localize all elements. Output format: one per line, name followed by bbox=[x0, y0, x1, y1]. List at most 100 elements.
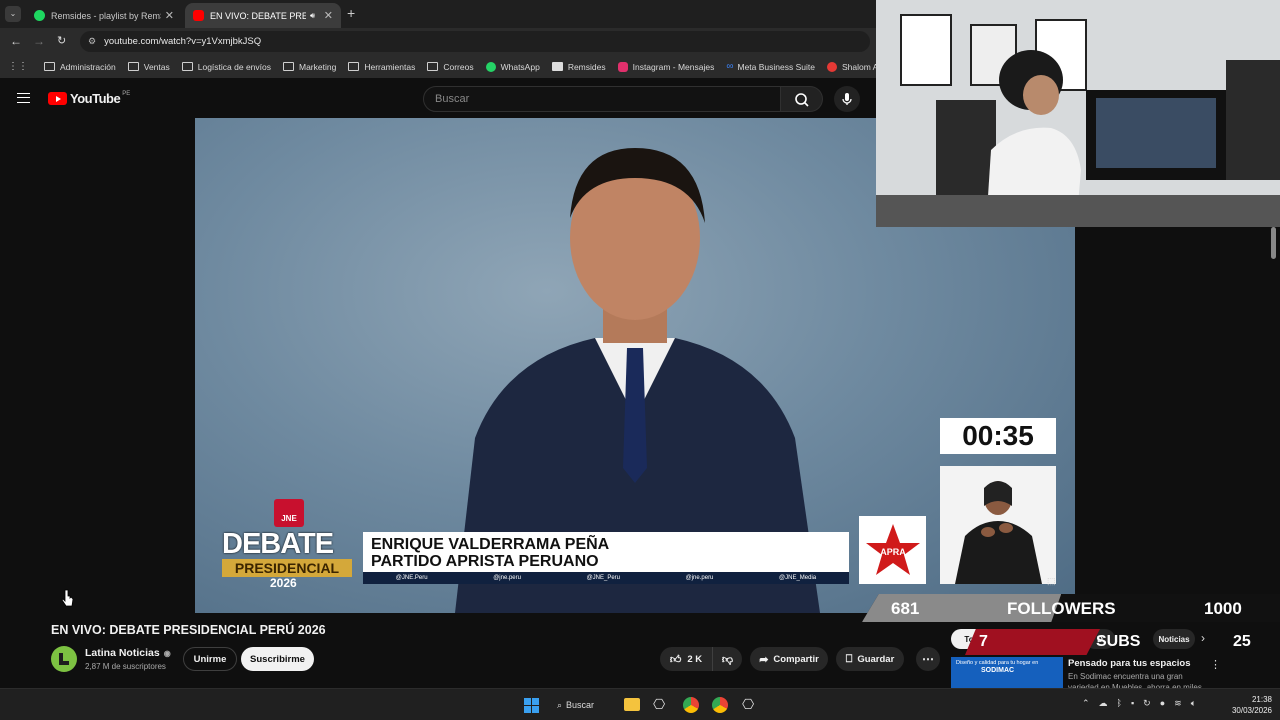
windows-start-icon[interactable] bbox=[524, 698, 539, 713]
thumbs-up-icon: 👍︎ bbox=[669, 653, 682, 666]
player-logo-watermark-icon: ⬚ bbox=[1047, 576, 1056, 586]
subs-label: SUBS bbox=[1096, 633, 1141, 650]
bookmark-herramientas[interactable]: Herramientas bbox=[348, 62, 415, 72]
subscriber-count: 2,87 M de suscriptores bbox=[85, 662, 166, 671]
debate-logo-line2: PRESIDENCIAL bbox=[222, 559, 352, 577]
candidate-name: ENRIQUE VALDERRAMA PEÑA bbox=[371, 536, 610, 553]
taskbar-search-label: Buscar bbox=[566, 700, 595, 710]
apps-icon[interactable]: ⋮⋮ bbox=[8, 61, 28, 72]
back-icon[interactable]: ← bbox=[10, 34, 22, 48]
bookmark-marketing[interactable]: Marketing bbox=[283, 62, 336, 72]
more-actions-button[interactable]: ⋯ bbox=[916, 647, 940, 671]
close-tab-icon[interactable]: ✕ bbox=[165, 9, 174, 22]
tab-remsides[interactable]: Remsides - playlist by RemSide ✕ bbox=[26, 3, 182, 28]
search-input[interactable]: Buscar bbox=[423, 86, 781, 112]
reload-icon[interactable]: ↻ bbox=[57, 34, 66, 47]
url-field[interactable]: ⚙ youtube.com/watch?v=y1VxmjbkJSQ bbox=[80, 31, 870, 52]
share-button[interactable]: ➦ Compartir bbox=[750, 647, 828, 671]
save-label: Guardar bbox=[857, 653, 895, 665]
ad-description: En Sodimac encuentra una gran variedad e… bbox=[1068, 672, 1202, 688]
jne-logo: JNE bbox=[274, 499, 304, 527]
bookmark-label: Meta Business Suite bbox=[737, 61, 815, 72]
interpreter-figure bbox=[955, 481, 1042, 584]
bookmark-icon: ⎕ bbox=[845, 652, 853, 665]
sync-icon[interactable]: ↻ bbox=[1143, 698, 1151, 709]
close-tab-icon[interactable]: ✕ bbox=[324, 9, 333, 22]
chrome-icon[interactable] bbox=[683, 697, 699, 713]
tab-debate[interactable]: EN VIVO: DEBATE PRESIDEN 🔊︎ ✕ bbox=[185, 3, 341, 28]
bookmark-label: Administración bbox=[60, 61, 116, 72]
clock[interactable]: 21:38 30/03/2026 bbox=[1222, 694, 1272, 716]
spotify-icon bbox=[34, 10, 45, 21]
save-button[interactable]: ⎕ Guardar bbox=[836, 647, 904, 671]
new-tab-button[interactable]: + bbox=[347, 5, 355, 21]
bookmark-instagram[interactable]: Instagram - Mensajes bbox=[617, 61, 714, 72]
meta-icon: ∞ bbox=[726, 61, 734, 72]
microphone-icon bbox=[842, 93, 852, 105]
bookmarks-bar: ⋮⋮ Administración Ventas Logística de en… bbox=[0, 55, 908, 78]
followers-goal-bar: 681 FOLLOWERS 1000 bbox=[862, 594, 1280, 622]
forward-icon[interactable]: → bbox=[33, 34, 45, 48]
channel-avatar[interactable] bbox=[51, 646, 77, 672]
file-explorer-icon[interactable] bbox=[624, 698, 640, 711]
mic-icon[interactable]: ● bbox=[1160, 698, 1165, 709]
dislike-button[interactable]: 👎︎ bbox=[712, 647, 742, 671]
subs-goal-bar: 7 SUBS 25 bbox=[965, 629, 1280, 655]
bookmark-correos[interactable]: Correos bbox=[427, 62, 474, 72]
svg-text:APRA: APRA bbox=[880, 547, 906, 557]
bookmark-label: Logística de envíos bbox=[197, 61, 271, 72]
thumbs-down-icon: 👎︎ bbox=[721, 653, 734, 666]
tab-title: EN VIVO: DEBATE PRESIDEN bbox=[210, 10, 306, 21]
bookmark-whatsapp[interactable]: WhatsApp bbox=[485, 61, 540, 72]
bookmark-label: WhatsApp bbox=[500, 61, 540, 72]
chatgpt-icon[interactable]: ⎔ bbox=[653, 696, 665, 713]
bluetooth-icon[interactable]: ᛒ bbox=[1117, 698, 1122, 709]
streamer-webcam bbox=[876, 0, 1280, 227]
channel-name[interactable]: Latina Noticias ◉ bbox=[85, 647, 171, 659]
youtube-logo[interactable]: YouTube PE bbox=[48, 91, 130, 106]
chevron-up-icon[interactable]: ⌃ bbox=[1082, 698, 1090, 709]
bookmark-meta[interactable]: ∞ Meta Business Suite bbox=[726, 61, 815, 72]
bookmark-logistica[interactable]: Logística de envíos bbox=[181, 61, 271, 72]
voice-search-button[interactable] bbox=[834, 86, 860, 112]
site-info-icon[interactable]: ⚙ bbox=[88, 36, 96, 47]
bookmark-remsides[interactable]: Remsides bbox=[551, 62, 606, 72]
join-button[interactable]: Unirme bbox=[183, 647, 237, 671]
volume-icon[interactable]: 🔈︎ bbox=[1191, 698, 1196, 709]
folder-icon bbox=[427, 62, 439, 71]
ad-banner-text: Diseño y calidad para tu hogar en bbox=[956, 660, 1039, 666]
mouse-cursor-icon bbox=[61, 589, 74, 607]
verified-icon: ◉ bbox=[163, 648, 171, 658]
video-title: EN VIVO: DEBATE PRESIDENCIAL PERÚ 2026 bbox=[51, 623, 326, 637]
bookmark-administracion[interactable]: Administración bbox=[44, 62, 116, 72]
ad-banner[interactable]: Diseño y calidad para tu hogar en SODIMA… bbox=[951, 657, 1063, 688]
debate-logo-line1: DEBATE bbox=[222, 528, 334, 560]
ad-menu-icon[interactable]: ⋮ bbox=[1210, 658, 1221, 671]
nvidia-icon[interactable]: ▪ bbox=[1131, 698, 1134, 709]
tab-bar: ⌄ Remsides - playlist by RemSide ✕ EN VI… bbox=[0, 0, 876, 28]
like-button[interactable]: 👍︎ 2 K bbox=[660, 647, 712, 671]
search-button[interactable] bbox=[781, 86, 823, 112]
audio-icon[interactable]: 🔊︎ bbox=[310, 11, 315, 21]
clock-time: 21:38 bbox=[1251, 695, 1272, 704]
whatsapp-icon bbox=[485, 61, 496, 72]
folder-icon bbox=[283, 62, 294, 71]
candidate-party: PARTIDO APRISTA PERUANO bbox=[371, 553, 599, 570]
ad-title[interactable]: Pensado para tus espacios bbox=[1068, 658, 1191, 669]
url-text: youtube.com/watch?v=y1VxmjbkJSQ bbox=[104, 36, 262, 47]
tab-search-button[interactable]: ⌄ bbox=[5, 6, 21, 22]
clock-date: 30/03/2026 bbox=[1231, 706, 1272, 715]
bookmark-ventas[interactable]: Ventas bbox=[127, 62, 170, 72]
taskbar-search[interactable]: ⌕ Buscar bbox=[557, 695, 594, 715]
scrollbar[interactable] bbox=[1271, 227, 1276, 259]
webcam-scene bbox=[876, 0, 1280, 227]
subscribe-button[interactable]: Suscribirme bbox=[241, 647, 314, 671]
app-icon[interactable]: ⎔ bbox=[742, 696, 754, 713]
apra-star-icon: APRA bbox=[865, 524, 920, 575]
chrome-active-icon[interactable] bbox=[712, 697, 728, 713]
menu-icon[interactable] bbox=[17, 93, 30, 103]
social-youtube: @JNE_Media bbox=[779, 575, 817, 581]
folder-icon bbox=[44, 62, 55, 71]
cloud-icon[interactable]: ☁ bbox=[1099, 698, 1108, 709]
wifi-icon[interactable]: ≋ bbox=[1174, 698, 1182, 709]
